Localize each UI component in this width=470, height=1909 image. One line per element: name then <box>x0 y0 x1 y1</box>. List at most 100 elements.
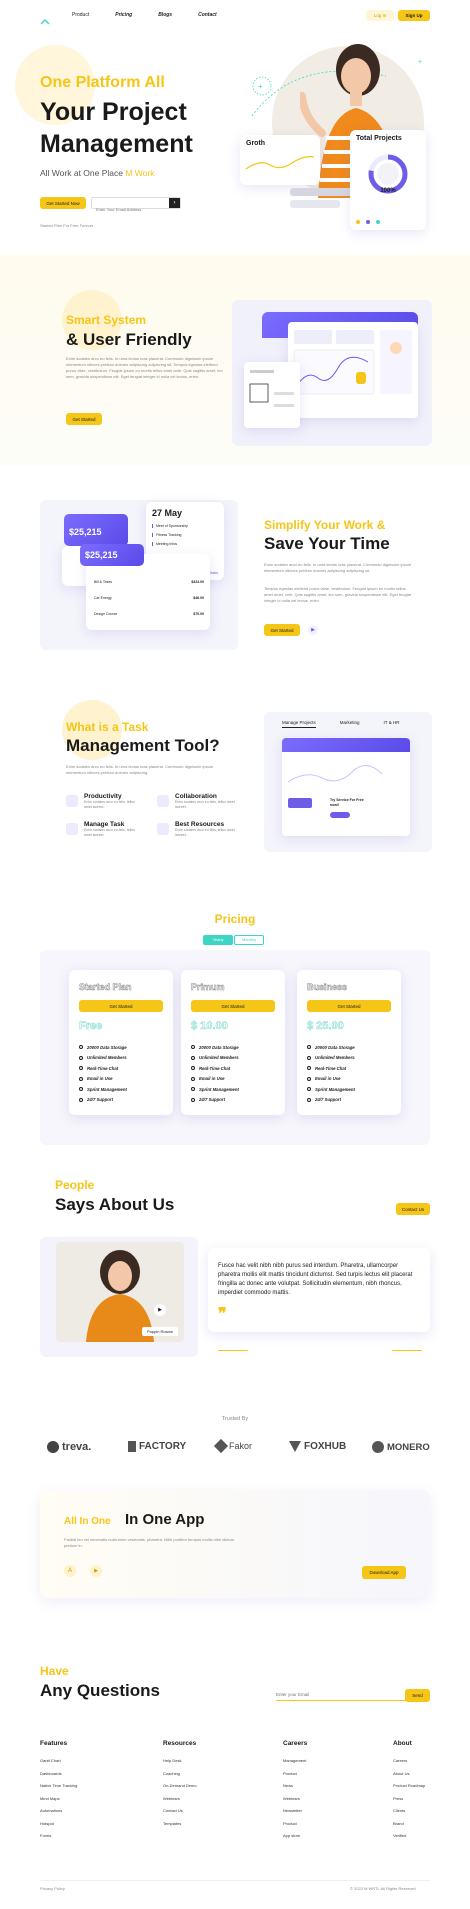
footer-column: About Careers About Us Product Roadmap Press… <box>393 1740 425 1843</box>
s2-event-2[interactable]: Fitness Tracking <box>152 533 224 537</box>
toggle-monthly[interactable]: Monthly <box>234 935 264 945</box>
feature-title: Collaboration <box>175 793 217 800</box>
footer-link[interactable]: News <box>283 1780 307 1793</box>
footer-link[interactable]: Automations <box>40 1805 77 1818</box>
footer-link[interactable]: App store <box>283 1830 307 1843</box>
footer-link[interactable]: Coaching <box>163 1768 197 1781</box>
footer-link[interactable]: On-Demand Demo <box>163 1780 197 1793</box>
download-app-button[interactable]: Download App <box>362 1566 406 1579</box>
testimonial-progress-right <box>392 1350 422 1351</box>
footer-link[interactable]: Help Desk <box>163 1755 197 1768</box>
hero-email-submit-button[interactable]: › <box>169 198 180 208</box>
s2-event-1[interactable]: Meet of Sponsorship <box>152 524 224 528</box>
s1-cta-button[interactable]: Get Started <box>66 413 102 425</box>
s2-balance-card[interactable]: $25,215 <box>64 514 128 546</box>
play-store-icon[interactable]: ▶ <box>90 1565 102 1577</box>
plan-feature-text: 24/7 Support <box>87 1097 114 1103</box>
hero-subtitle-text: All Work at One Place <box>40 168 126 178</box>
contact-us-button[interactable]: Contact Us <box>396 1203 430 1215</box>
s2-tx-row-1[interactable]: Bill & Taxes $324.00 <box>94 580 204 584</box>
s3-feature-productivity[interactable]: Productivity Enim sodales arcu eu felis,… <box>66 793 136 809</box>
footer-link[interactable]: Webinars <box>163 1793 197 1806</box>
footer-link[interactable]: Brand <box>393 1818 425 1831</box>
footer-link[interactable]: Careers <box>393 1755 425 1768</box>
hero-email-input[interactable] <box>92 204 166 215</box>
s3-dashboard-header <box>282 738 410 752</box>
nav-contact[interactable]: Contact <box>198 12 217 18</box>
copyright: © 2022 M WRTL All Rights Reserved <box>350 1886 416 1891</box>
s2-event-3[interactable]: Meeting Infos <box>152 542 224 546</box>
plan-feature: Email in Use <box>307 1074 355 1085</box>
testimonial-next-arrow[interactable]: → <box>411 1347 417 1353</box>
s2-tx-name: Bill & Taxes <box>94 580 113 584</box>
footer-link[interactable]: Forms <box>40 1830 77 1843</box>
footer-link[interactable]: Clients <box>393 1805 425 1818</box>
check-icon <box>307 1097 311 1102</box>
plan-cta-button[interactable]: Get Started <box>191 1000 275 1012</box>
footer-link[interactable]: Management <box>283 1755 307 1768</box>
footer-link[interactable]: Contact Us <box>163 1805 197 1818</box>
footer-link[interactable]: Native Time Tracking <box>40 1780 77 1793</box>
plan-feature: 20000 Data Storage <box>307 1042 355 1053</box>
s1-sidebar-card <box>244 362 300 428</box>
testimonial-person-name: Poppin Rowan <box>141 1327 178 1336</box>
footer-link[interactable]: Product <box>283 1768 307 1781</box>
footer-link[interactable]: About Us <box>393 1768 425 1781</box>
tab-manage-projects[interactable]: Manage Projects <box>282 720 316 728</box>
footer-link[interactable]: Product Roadmap <box>393 1780 425 1793</box>
footer-link[interactable]: Press <box>393 1793 425 1806</box>
s2-play-icon[interactable]: ▶ <box>308 625 318 635</box>
hero-subtitle-highlight: M Work <box>125 168 155 178</box>
testimonial-play-icon[interactable]: ▶ <box>154 1304 166 1316</box>
hero-title-2: Your Project <box>40 98 187 126</box>
footer-link[interactable]: Verified <box>393 1830 425 1843</box>
footer-link[interactable]: Hotspot <box>40 1818 77 1831</box>
s2-tx-row-2[interactable]: Car Energy $46.00 <box>94 596 204 600</box>
check-icon <box>191 1066 195 1071</box>
toggle-yearly[interactable]: Yearly <box>203 935 233 945</box>
footer-link[interactable]: Newsletter <box>283 1805 307 1818</box>
hero-email-box: › <box>91 197 181 215</box>
s3-dashboard-chart <box>287 765 383 818</box>
nav-blogs[interactable]: Blogs <box>158 12 172 18</box>
plan-feature-text: Real-Time Chat <box>315 1065 347 1071</box>
s3-feature-best-resources[interactable]: Best Resources Enim sodales arcu eu feli… <box>157 821 237 837</box>
footer-link[interactable]: Mind Maps <box>40 1793 77 1806</box>
login-button[interactable]: Log In <box>366 10 394 21</box>
s2-tx-row-3[interactable]: Design Course $70.00 <box>94 612 204 616</box>
app-store-icon[interactable]: A <box>64 1565 76 1577</box>
s2-cta-button[interactable]: Get Started <box>264 624 300 636</box>
hero-note: Started Plan For Free Forever <box>40 223 94 228</box>
plan-feature-text: Unlimited Members <box>315 1055 355 1061</box>
hero-cta-button[interactable]: Get Started Now <box>40 197 86 209</box>
tab-marketing[interactable]: Marketing <box>340 720 360 728</box>
footer-link[interactable]: Templates <box>163 1818 197 1831</box>
check-icon <box>307 1045 311 1050</box>
logo-icon[interactable] <box>40 12 50 25</box>
plan-cta-button[interactable]: Get Started <box>79 1000 163 1012</box>
privacy-link[interactable]: Privacy Policy <box>40 1886 65 1891</box>
s2-tx-name: Car Energy <box>94 596 112 600</box>
signup-button[interactable]: Sign Up <box>398 10 430 21</box>
plan-feature: Unlimited Members <box>79 1053 127 1064</box>
footer-link[interactable]: Webinars <box>283 1793 307 1806</box>
plan-feature: Email in Use <box>79 1074 127 1085</box>
plan-cta-button[interactable]: Get Started <box>307 1000 391 1012</box>
faq-send-button[interactable]: Send <box>405 1689 430 1702</box>
footer-link[interactable]: Gantt Chart <box>40 1755 77 1768</box>
feature-desc: Enim sodales arcu eu felis, tellus amet … <box>84 800 135 809</box>
s2-tx-name: Design Course <box>94 612 118 616</box>
collaboration-icon <box>157 795 169 807</box>
plan-feature-text: Email in Use <box>315 1076 341 1082</box>
s3-feature-collaboration[interactable]: Collaboration Enim sodales arcu eu felis… <box>157 793 237 809</box>
plan-feature: Real-Time Chat <box>307 1063 355 1074</box>
plan-feature-text: Unlimited Members <box>87 1055 127 1061</box>
plan-feature-text: Unlimited Members <box>199 1055 239 1061</box>
nav-product[interactable]: Product <box>72 12 89 18</box>
s3-feature-manage-task[interactable]: Manage Task Enim sodales arcu eu felis, … <box>66 821 136 837</box>
footer-link[interactable]: Product <box>283 1818 307 1831</box>
footer-link[interactable]: Dashboards <box>40 1768 77 1781</box>
nav-pricing[interactable]: Pricing <box>115 12 132 18</box>
tab-it-hr[interactable]: IT & HR <box>384 720 400 728</box>
faq-email-input[interactable] <box>276 1689 406 1701</box>
